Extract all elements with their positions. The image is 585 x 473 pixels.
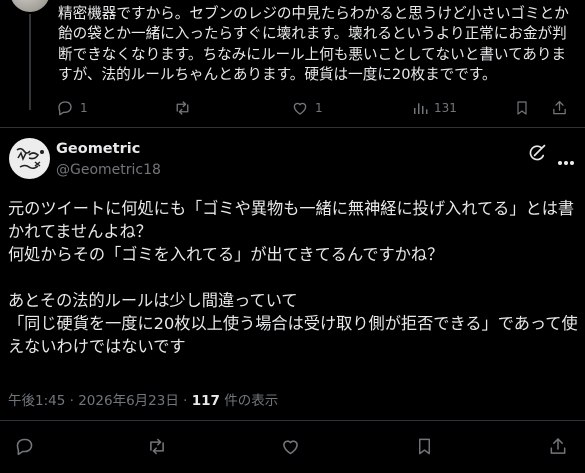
previous-repost-button[interactable]: [173, 99, 198, 117]
views-icon: [412, 99, 428, 117]
reply-icon: [14, 436, 35, 457]
meta-separator: ·: [69, 393, 74, 409]
grok-icon[interactable]: [527, 143, 547, 167]
author-name[interactable]: Geometric: [56, 141, 140, 157]
reply-icon: [56, 99, 74, 117]
previous-bookmark-button[interactable]: [514, 99, 530, 117]
repost-icon: [173, 99, 192, 117]
previous-like-button[interactable]: 1: [291, 99, 323, 117]
divider: [0, 127, 585, 128]
heart-icon: [291, 99, 309, 117]
views-number[interactable]: 117: [192, 393, 220, 409]
repost-button[interactable]: [146, 436, 168, 457]
tweet-date[interactable]: 2026年6月23日: [78, 393, 179, 409]
tweet-text: 元のツイートに何処にも「ゴミや異物も一緒に無神経に投げ入れてる」とは書かれてませ…: [8, 199, 578, 356]
share-icon: [548, 436, 568, 457]
previous-reply-button[interactable]: 1: [56, 99, 88, 117]
tweet-time[interactable]: 午後1:45: [8, 393, 65, 409]
bookmark-icon: [415, 436, 434, 457]
previous-share-button[interactable]: [551, 99, 568, 117]
like-button[interactable]: [280, 436, 301, 457]
share-button[interactable]: [548, 436, 568, 457]
views-label: 件の表示: [219, 393, 279, 409]
reply-button[interactable]: [14, 436, 35, 457]
previous-reply-avatar[interactable]: [10, 0, 50, 12]
reply-count: 1: [80, 101, 88, 115]
tweet-thread: 精密機器ですから。セブンのレジの中見たらわかると思うけど小さいゴミとか飴の袋とか…: [0, 0, 585, 473]
previous-reply-text: 精密機器ですから。セブンのレジの中見たらわかると思うけど小さいゴミとか飴の袋とか…: [58, 5, 569, 83]
bookmark-icon: [514, 99, 530, 117]
divider: [0, 420, 585, 421]
heart-icon: [280, 436, 301, 457]
repost-icon: [146, 436, 168, 457]
more-icon[interactable]: [557, 151, 575, 170]
thread-connector-line: [29, 14, 31, 110]
like-count: 1: [315, 101, 323, 115]
avatar-doodle-icon: [9, 138, 50, 179]
meta-separator: ·: [183, 393, 188, 409]
author-handle[interactable]: @Geometric18: [56, 162, 161, 178]
share-icon: [551, 99, 568, 117]
author-avatar[interactable]: [9, 138, 50, 179]
previous-views-button[interactable]: 131: [412, 99, 457, 117]
view-count: 131: [434, 101, 457, 115]
bookmark-button[interactable]: [415, 436, 434, 457]
tweet-meta: 午後1:45 · 2026年6月23日 · 117 件の表示: [8, 389, 278, 409]
